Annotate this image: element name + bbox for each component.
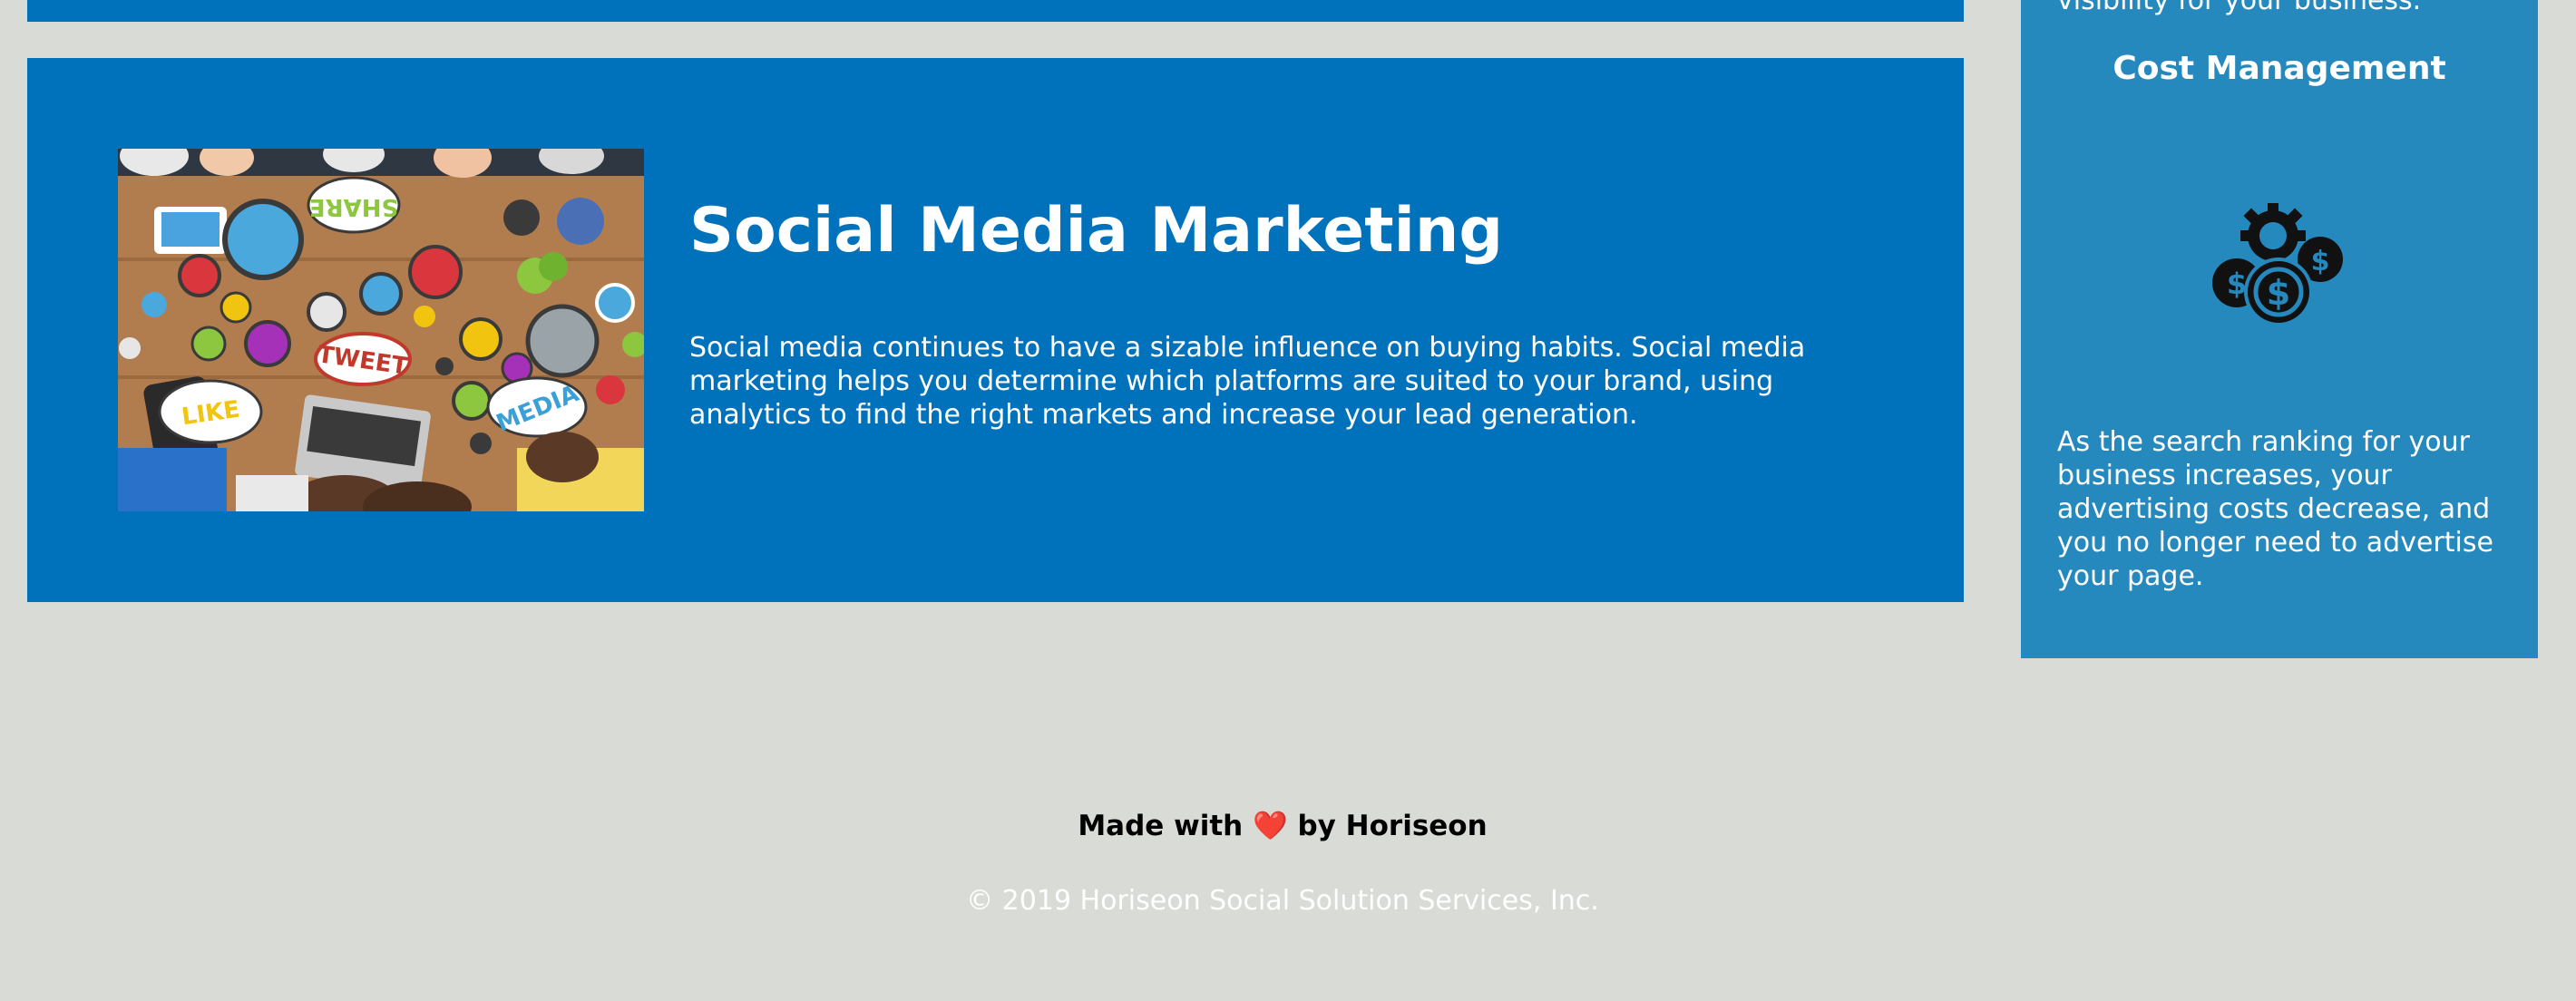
svg-text:$: $ [2227,267,2247,301]
heart-icon: ❤️ [1253,810,1288,842]
section-title: Social Media Marketing [689,195,1504,267]
social-media-marketing-section: SHARE TWEET LIKE MEDIA Social Media Mark… [27,58,1964,602]
made-with-text: Made with [1078,810,1244,842]
previous-content-section [27,0,1964,22]
section-description: Social media continues to have a sizable… [689,332,1806,431]
footer-made-with: Made with ❤️ by Horiseon [0,809,2565,842]
svg-text:$: $ [2267,273,2290,313]
by-horiseon-text: by Horiseon [1297,810,1488,842]
previous-benefit-text: visibility for your business. [2057,0,2422,16]
social-media-marketing-image: SHARE TWEET LIKE MEDIA [118,149,644,511]
benefits-sidebar: visibility for your business. Cost Manag… [2021,0,2538,658]
svg-text:$: $ [2311,246,2330,277]
cost-management-icon: $ $ $ [2208,190,2349,332]
benefit-description: As the search ranking for your business … [2057,426,2493,592]
share-label: SHARE [309,193,398,220]
benefit-title: Cost Management [2113,50,2446,87]
copyright-text: © 2019 Horiseon Social Solution Services… [966,885,1599,917]
